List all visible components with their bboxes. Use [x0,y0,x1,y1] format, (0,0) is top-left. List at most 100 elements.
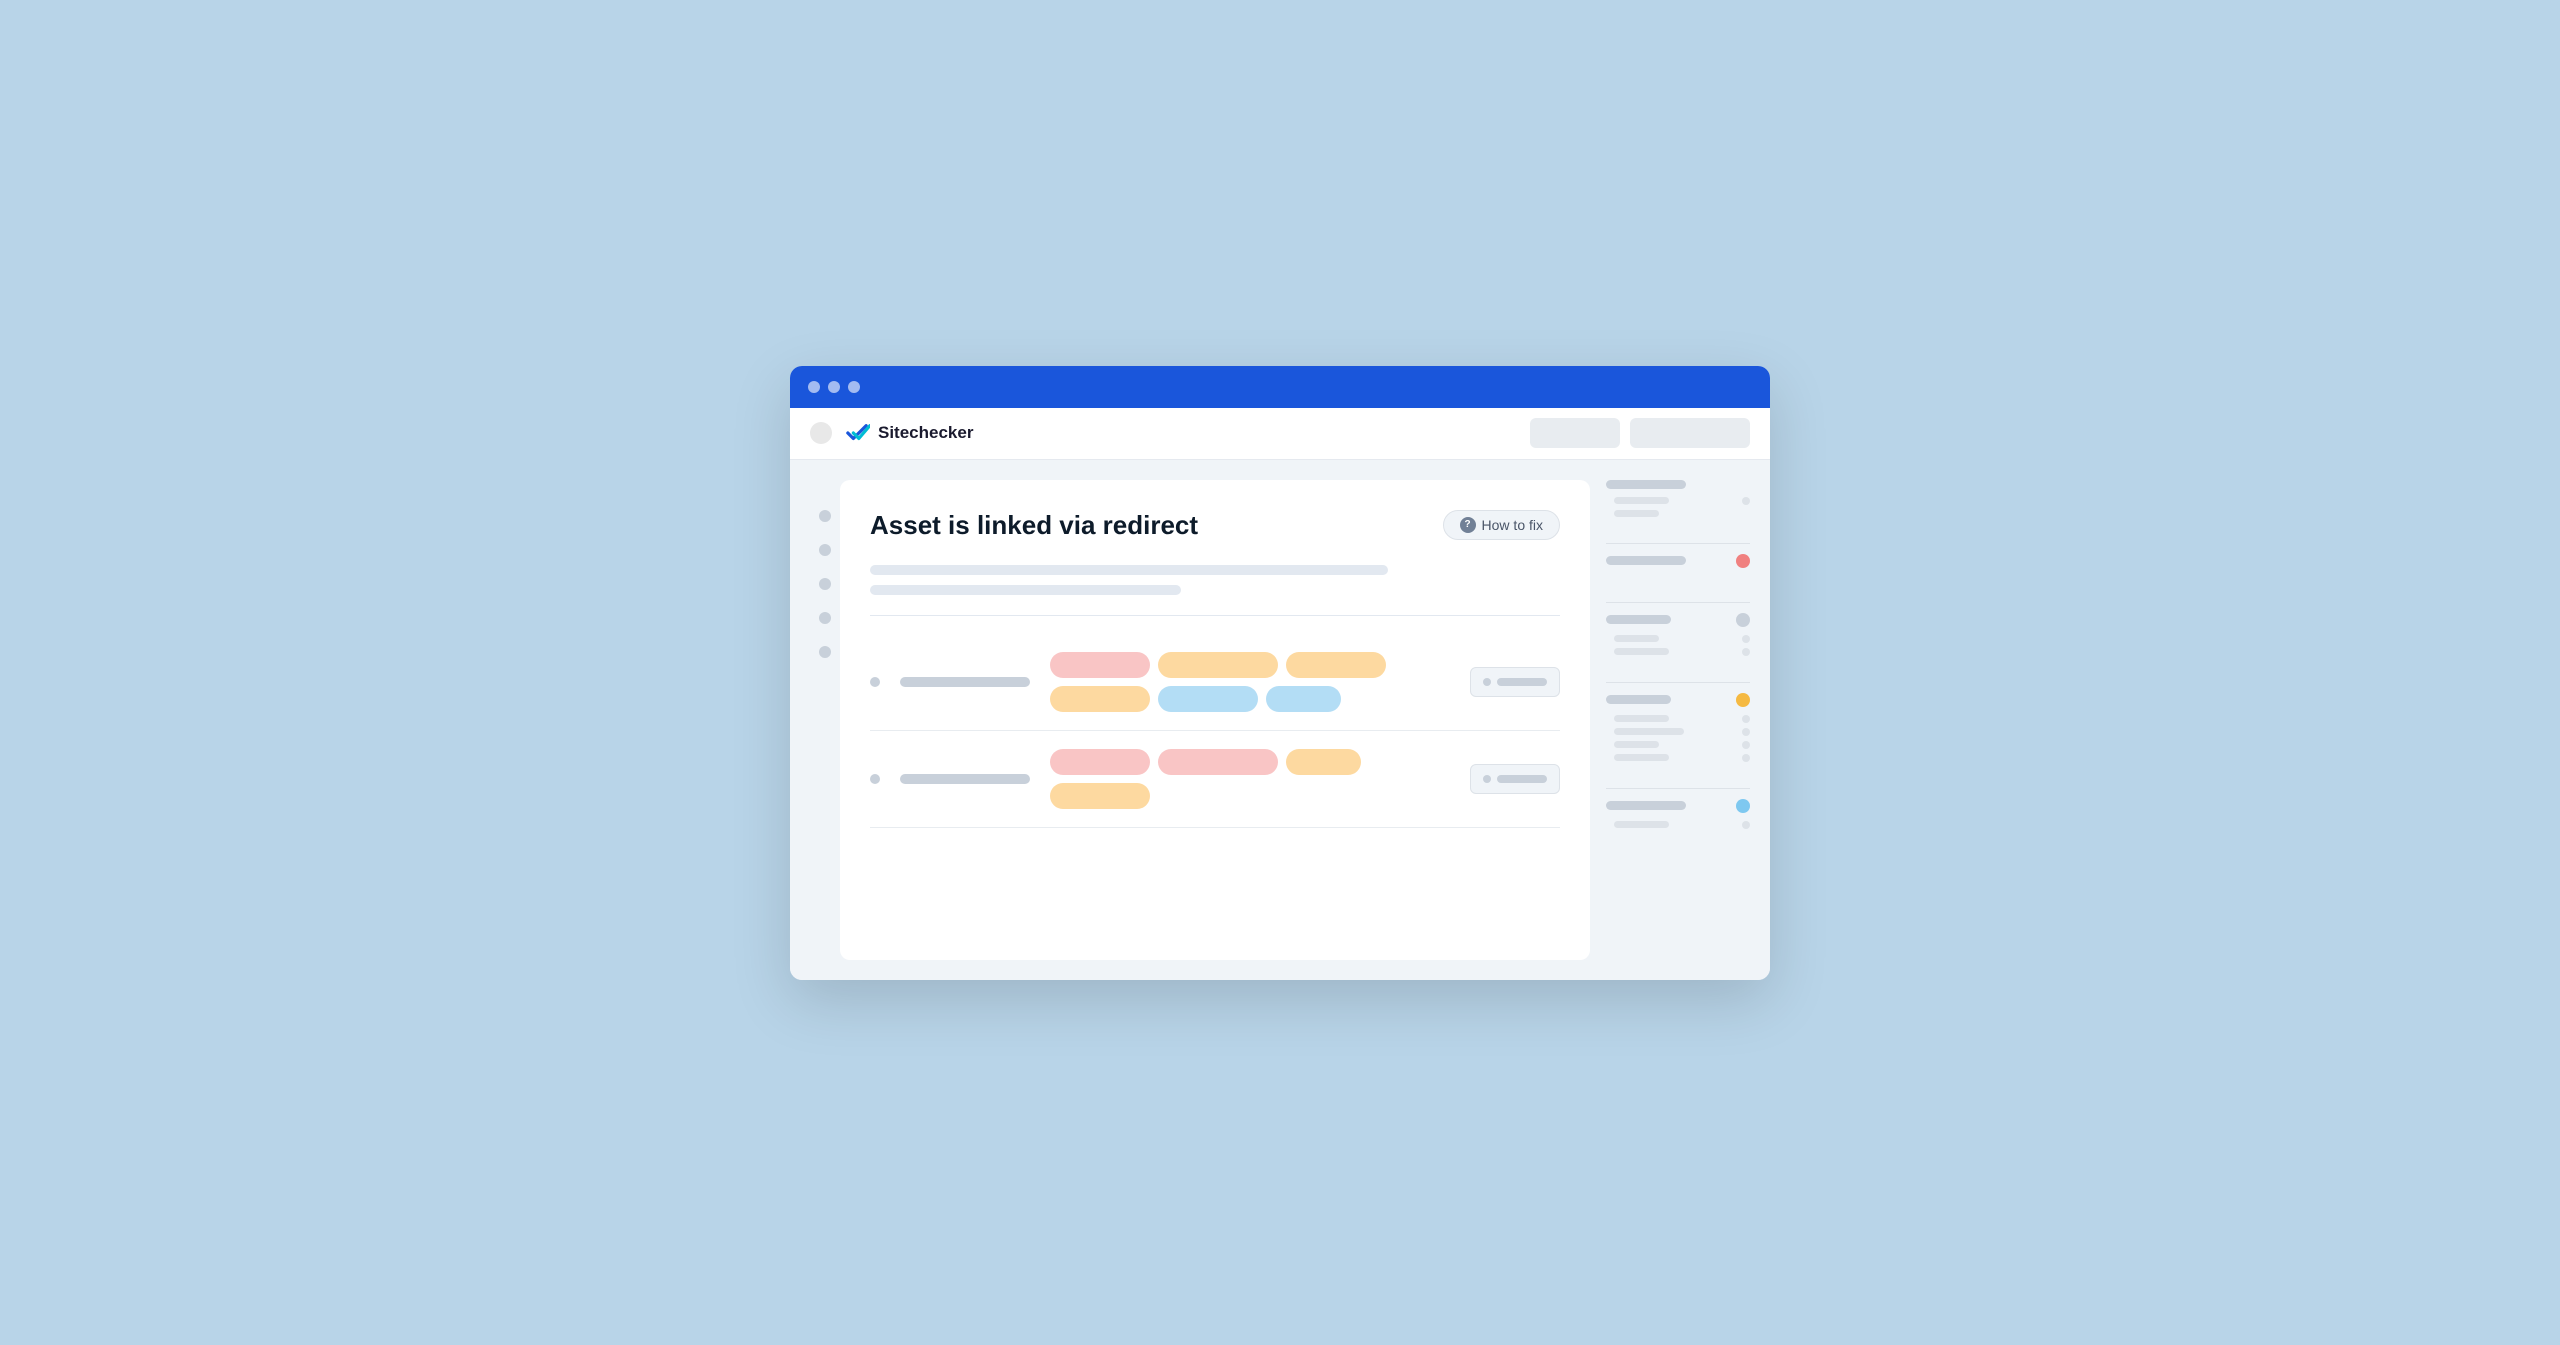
sidebar-bar-2 [1606,556,1686,565]
left-sidebar-dot-4 [819,612,831,624]
table-row [870,731,1560,828]
row-action-button-2[interactable] [1470,764,1560,794]
traffic-light-red [808,381,820,393]
traffic-light-green [848,381,860,393]
tag-orange-5 [1050,783,1150,809]
sidebar-divider-3 [1606,682,1750,683]
sitechecker-logo-svg [844,422,870,444]
sidebar-sub-row-8 [1614,754,1750,762]
sidebar-sub-row-5 [1614,715,1750,723]
sidebar-bar-3 [1606,615,1671,624]
desc-line-2 [870,585,1181,595]
sidebar-divider-2 [1606,602,1750,603]
sidebar-sub-row-9 [1614,821,1750,829]
sidebar-sub-lines-3 [1606,635,1750,656]
sidebar-sub-dot-3 [1742,648,1750,656]
sidebar-divider-1 [1606,543,1750,544]
logo-icon [844,422,870,444]
sidebar-group-1 [1606,480,1750,517]
sidebar-group-4 [1606,693,1750,762]
row-bullet-1 [870,677,880,687]
help-icon: ? [1460,517,1476,533]
left-sidebar [810,480,840,960]
sidebar-item-row-2 [1606,554,1750,568]
sidebar-sub-row-2 [1614,510,1750,517]
sidebar-sub-dot-6 [1742,741,1750,749]
sidebar-sub-lines-1 [1606,497,1750,517]
logo-area: Sitechecker [844,422,1518,444]
sidebar-bar-1 [1606,480,1686,489]
sidebar-sub-dot-5 [1742,728,1750,736]
left-sidebar-dot-2 [819,544,831,556]
sidebar-sub-dot-4 [1742,715,1750,723]
sidebar-sub-dot-1 [1742,497,1750,505]
sidebar-item-row-3 [1606,613,1750,627]
desc-line-1 [870,565,1388,575]
sidebar-group-2 [1606,554,1750,576]
sidebar-bar-5 [1606,801,1686,810]
sidebar-sub-dot-2 [1742,635,1750,643]
sidebar-sub-row-6 [1614,728,1750,736]
left-sidebar-dot-5 [819,646,831,658]
tag-pink-1 [1050,652,1150,678]
how-to-fix-button[interactable]: ? How to fix [1443,510,1560,540]
left-sidebar-dot-3 [819,578,831,590]
sidebar-sub-row-7 [1614,741,1750,749]
action-btn-line-1 [1497,678,1547,686]
row-bullet-2 [870,774,880,784]
sidebar-indicator-orange [1736,693,1750,707]
toolbar-button-2[interactable] [1630,418,1750,448]
sidebar-sub-bar-9 [1614,821,1669,828]
sidebar-sub-bar-7 [1614,741,1659,748]
sidebar-indicator-dot-1 [1736,613,1750,627]
sidebar-sub-bar-5 [1614,715,1669,722]
how-to-fix-label: How to fix [1482,517,1543,533]
row-label-1 [900,677,1030,687]
row-label-2 [900,774,1030,784]
tag-blue-1 [1158,686,1258,712]
sidebar-sub-dot-7 [1742,754,1750,762]
logo-text: Sitechecker [878,423,973,443]
sidebar-sub-row-4 [1614,648,1750,656]
tag-orange-4 [1286,749,1361,775]
sidebar-item-row-1 [1606,480,1750,489]
row-tags-1 [1050,652,1450,712]
row-action-button-1[interactable] [1470,667,1560,697]
tag-pink-2 [1050,749,1150,775]
main-content-panel: Asset is linked via redirect ? How to fi… [840,480,1590,960]
description-lines [870,565,1560,595]
section-divider-top [870,615,1560,616]
sidebar-sub-row-1 [1614,497,1750,505]
tag-blue-2 [1266,686,1341,712]
browser-titlebar [790,366,1770,408]
sidebar-item-row-4 [1606,693,1750,707]
sidebar-indicator-blue [1736,799,1750,813]
sidebar-sub-bar-1 [1614,497,1669,504]
sidebar-sub-bar-6 [1614,728,1684,735]
sidebar-sub-bar-2 [1614,510,1659,517]
sidebar-sub-bar-8 [1614,754,1669,761]
traffic-light-yellow [828,381,840,393]
left-sidebar-dot-1 [819,510,831,522]
page-header: Asset is linked via redirect ? How to fi… [870,510,1560,541]
sidebar-sub-lines-4 [1606,715,1750,762]
browser-toolbar: Sitechecker [790,408,1770,460]
sidebar-sub-lines-5 [1606,821,1750,829]
browser-content: Asset is linked via redirect ? How to fi… [790,460,1770,980]
tag-pink-3 [1158,749,1278,775]
toolbar-buttons [1530,418,1750,448]
sidebar-indicator-red [1736,554,1750,568]
toolbar-button-1[interactable] [1530,418,1620,448]
sidebar-group-3 [1606,613,1750,656]
nav-back-circle [810,422,832,444]
right-sidebar [1590,480,1750,960]
sidebar-sub-bar-3 [1614,635,1659,642]
row-tags-2 [1050,749,1450,809]
sidebar-bar-4 [1606,695,1671,704]
action-btn-dot-1 [1483,678,1491,686]
tag-orange-2 [1286,652,1386,678]
browser-window: Sitechecker Asset is linked via redirect… [790,366,1770,980]
tag-orange-3 [1050,686,1150,712]
sidebar-group-5 [1606,799,1750,829]
action-btn-dot-2 [1483,775,1491,783]
